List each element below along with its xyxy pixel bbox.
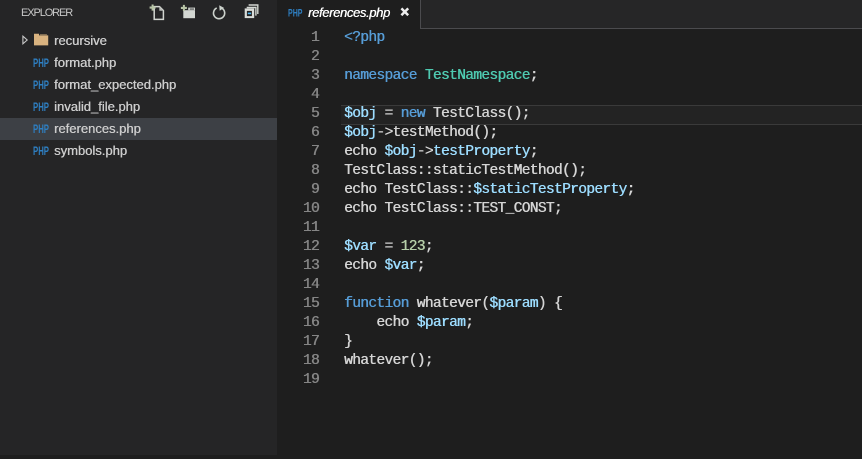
svg-text:PHP: PHP [33, 80, 49, 92]
svg-text:PHP: PHP [33, 146, 49, 158]
svg-text:PHP: PHP [33, 58, 49, 70]
svg-text:PHP: PHP [33, 102, 49, 114]
svg-text:PHP: PHP [33, 124, 49, 136]
svg-text:PHP: PHP [288, 8, 303, 20]
